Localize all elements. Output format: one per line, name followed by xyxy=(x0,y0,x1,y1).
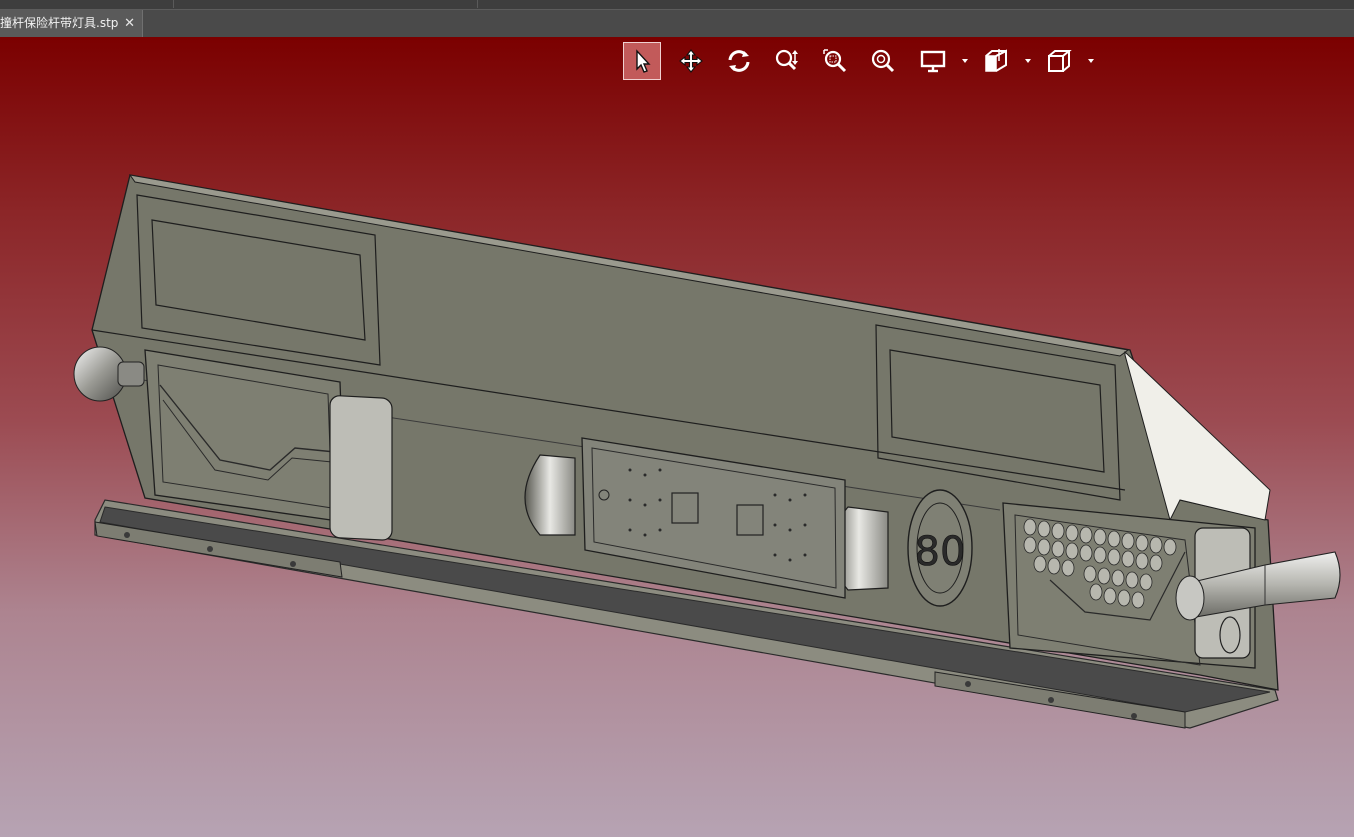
section-view-dropdown-icon[interactable] xyxy=(1024,57,1032,65)
document-tab[interactable]: 撞杆保险杆带灯具.stp ✕ xyxy=(0,10,143,37)
close-tab-icon[interactable]: ✕ xyxy=(124,10,135,37)
top-strip-segment xyxy=(0,0,174,8)
display-mode-button[interactable] xyxy=(914,42,952,80)
section-cube-icon xyxy=(985,49,1007,72)
pan-button[interactable] xyxy=(672,42,710,80)
view-toolbar xyxy=(620,40,1100,82)
select-button[interactable] xyxy=(623,42,661,80)
zoom-button[interactable] xyxy=(768,42,806,80)
rotate-button[interactable] xyxy=(720,42,758,80)
view-orientation-button[interactable] xyxy=(1040,42,1078,80)
zoom-fit-button[interactable] xyxy=(864,42,902,80)
move-arrows-icon xyxy=(679,49,703,73)
cube-icon xyxy=(1048,50,1072,72)
zoom-updown-icon xyxy=(775,49,798,71)
zoom-fit-icon xyxy=(871,49,895,73)
zoom-window-button[interactable] xyxy=(816,42,854,80)
3d-viewport[interactable] xyxy=(0,37,1354,837)
top-strip-segment xyxy=(174,0,478,8)
section-view-button[interactable] xyxy=(977,42,1015,80)
window-top-strip xyxy=(0,0,1354,9)
monitor-icon xyxy=(920,50,946,73)
document-tab-title: 撞杆保险杆带灯具.stp xyxy=(0,16,119,30)
display-mode-dropdown-icon[interactable] xyxy=(961,57,969,65)
rotate-icon xyxy=(728,50,750,72)
zoom-window-icon xyxy=(823,49,847,73)
document-tab-bar: 撞杆保险杆带灯具.stp ✕ xyxy=(0,9,1354,38)
view-orientation-dropdown-icon[interactable] xyxy=(1087,57,1095,65)
cursor-arrow-icon xyxy=(636,49,651,73)
